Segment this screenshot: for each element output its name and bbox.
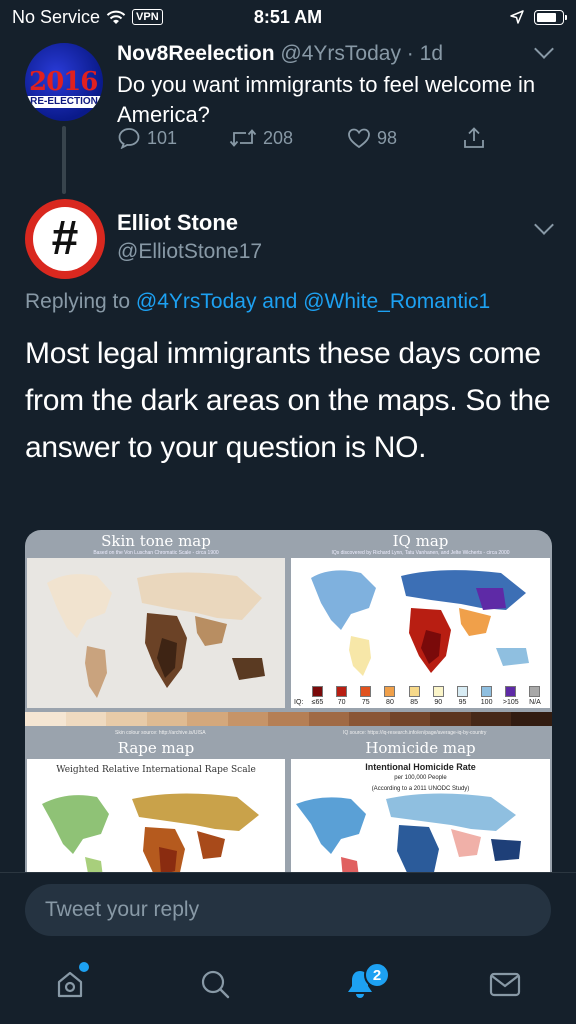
skin-map-title: Skin tone map	[101, 532, 211, 550]
iq-map-subtitle: IQs discovered by Richard Lynn, Tatu Van…	[331, 550, 510, 556]
battery-icon	[534, 9, 567, 25]
legend-item: 75	[354, 686, 378, 706]
avatar-nov8reelection[interactable]: 2016 RE-ELECTION	[25, 43, 103, 121]
tweet1-author-name[interactable]: Nov8Reelection	[117, 42, 275, 65]
legend-swatch	[432, 686, 444, 697]
iq-legend: IQ: ≤65 70 75 80 85 90 95 100 >105 N/A	[291, 680, 550, 708]
share-icon	[464, 127, 484, 148]
tweet1-age: 1d	[419, 42, 443, 65]
status-right	[510, 9, 567, 25]
legend-item: 100	[475, 686, 499, 706]
status-left: No Service VPN	[12, 7, 163, 28]
replying-prefix: Replying to	[25, 290, 131, 313]
avatar-elliotstone[interactable]: #	[25, 199, 105, 279]
legend-item: ≤65	[305, 686, 329, 706]
heart-icon	[348, 128, 370, 149]
reply-icon	[118, 128, 140, 149]
reply-count: 101	[147, 127, 178, 148]
bottom-tab-bar	[0, 944, 576, 1024]
tab-search[interactable]	[195, 964, 235, 1004]
legend-item: 90	[426, 686, 450, 706]
share-button[interactable]	[462, 126, 486, 150]
retweet-icon	[229, 129, 257, 147]
battery-level	[537, 12, 557, 22]
retweet-button[interactable]: 208	[229, 128, 293, 149]
legend-item: >105	[499, 686, 523, 706]
skin-tone-map	[27, 558, 285, 708]
like-count: 98	[377, 127, 398, 148]
notifications-badge: 2	[364, 962, 390, 988]
legend-swatch	[529, 686, 541, 697]
carrier-label: No Service	[12, 6, 101, 27]
legend-item: 80	[378, 686, 402, 706]
legend-swatch	[311, 686, 323, 697]
homicide-map-title: Homicide map	[365, 739, 476, 757]
tweet2-handle[interactable]: @ElliotStone17	[117, 240, 262, 264]
home-icon	[57, 971, 83, 998]
legend-swatch	[456, 686, 468, 697]
avatar-band-text: RE-ELECTION	[25, 96, 103, 108]
envelope-icon	[489, 972, 521, 997]
thread-connector-line	[62, 126, 66, 194]
search-icon	[201, 970, 230, 999]
vpn-badge: VPN	[132, 9, 163, 25]
legend-item: 95	[450, 686, 474, 706]
tab-messages[interactable]	[485, 964, 525, 1004]
legend-item: 85	[402, 686, 426, 706]
reply-button[interactable]: 101	[117, 127, 177, 149]
reply-input-placeholder: Tweet your reply	[45, 898, 200, 921]
tweet1-text: Do you want immigrants to feel welcome i…	[117, 72, 536, 127]
wifi-icon	[106, 10, 126, 24]
legend-swatch	[360, 686, 372, 697]
replying-and[interactable]: and	[262, 290, 297, 313]
like-button[interactable]: 98	[347, 127, 397, 149]
reply-input[interactable]: Tweet your reply	[25, 884, 551, 936]
legend-swatch	[408, 686, 420, 697]
skin-map-subtitle: Based on the Von Luschan Chromatic Scale…	[93, 550, 219, 556]
hashtag-icon: #	[33, 207, 97, 271]
legend-swatch	[481, 686, 493, 697]
replying-link-1[interactable]: @4YrsToday	[136, 290, 257, 313]
tweet1-handle[interactable]: @4YrsToday	[280, 42, 401, 65]
legend-swatch	[336, 686, 348, 697]
iq-legend-label: IQ:	[294, 699, 304, 706]
tweet1-separator: ·	[406, 42, 414, 65]
skin-color-strip	[25, 712, 552, 726]
location-arrow-icon	[510, 10, 524, 24]
legend-item: 70	[330, 686, 354, 706]
rape-map: Weighted Relative International Rape Sca…	[27, 759, 285, 875]
tweet2-author-name[interactable]: Elliot Stone	[117, 210, 238, 236]
homicide-map: Intentional Homicide Rate per 100,000 Pe…	[291, 759, 550, 875]
iq-source-text: IQ source: https://iq-research.info/en/p…	[343, 730, 487, 736]
tweet1-header: Nov8Reelection @4YrsToday · 1d	[117, 42, 443, 66]
legend-swatch	[505, 686, 517, 697]
iq-map-title: IQ map	[392, 532, 449, 550]
status-bar: No Service VPN 8:51 AM	[0, 0, 576, 34]
home-new-dot	[79, 962, 89, 972]
legend-swatch	[384, 686, 396, 697]
tweet2-media-image[interactable]: Skin tone map Based on the Von Luschan C…	[25, 530, 552, 875]
replying-link-2[interactable]: @White_Romantic1	[303, 290, 490, 313]
replying-to-line: Replying to @4YrsToday and @White_Romant…	[25, 290, 490, 314]
rape-map-title: Rape map	[117, 739, 195, 757]
tweet1-chevron-down-icon[interactable]	[534, 39, 554, 59]
tweet2-text: Most legal immigrants these days come fr…	[25, 337, 551, 464]
retweet-count: 208	[263, 127, 294, 148]
skin-source-text: Skin colour source: http://archive.is/UI…	[115, 730, 206, 736]
legend-item: N/A	[523, 686, 547, 706]
avatar-year-text: 2016	[29, 67, 98, 97]
tweet2-chevron-down-icon[interactable]	[534, 215, 554, 235]
